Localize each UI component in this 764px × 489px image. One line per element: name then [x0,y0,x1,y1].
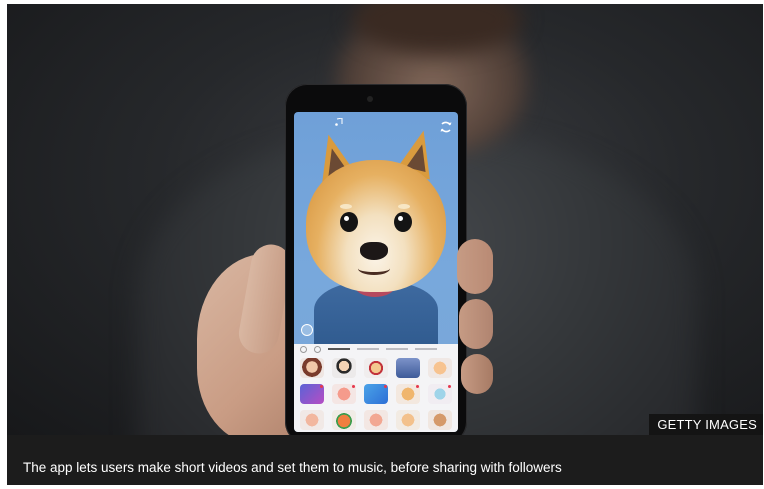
effects-tab-icon [300,345,307,353]
caption-bar: The app lets users make short videos and… [7,435,763,485]
new-indicator [384,385,387,388]
effect-thumbnail [396,410,420,430]
effects-tab [415,348,437,350]
image-caption: The app lets users make short videos and… [23,460,562,475]
hand-finger [457,239,493,294]
phone-sensor [367,96,373,102]
effects-panel [294,344,458,432]
image-credit: GETTY IMAGES [649,414,763,435]
dog-mouth [358,262,390,275]
effects-tabs [294,344,458,354]
dog-brow-left [340,204,352,209]
effect-thumbnail [332,384,356,404]
phone-screen [294,112,458,432]
dog-eye-left [340,212,358,232]
effect-thumbnail [428,384,452,404]
effect-thumbnail [332,358,356,378]
effect-thumbnail [396,384,420,404]
new-indicator [448,385,451,388]
effect-thumbnail [332,410,356,430]
new-indicator [320,385,323,388]
new-indicator [352,385,355,388]
hand-finger [461,354,493,394]
article-figure: GETTY IMAGES The app lets users make sho… [7,4,763,485]
effect-thumbnail [364,358,388,378]
new-indicator [416,385,419,388]
record-icon [301,324,313,336]
effects-tab [357,348,379,350]
effect-thumbnail [428,410,452,430]
effect-thumbnail [300,410,324,430]
effect-thumbnail [428,358,452,378]
dog-brow-right [398,204,410,209]
music-icon [334,117,344,126]
flip-camera-icon [439,120,453,134]
dog-nose [360,242,388,260]
hand-finger [459,299,493,349]
effects-tab [386,348,408,350]
effect-thumbnail [364,384,388,404]
effect-thumbnail [364,410,388,430]
effects-tab [328,348,350,350]
effect-thumbnail [300,384,324,404]
photo: GETTY IMAGES [7,4,763,435]
effects-tab-icon [314,345,321,353]
smartphone [285,84,467,435]
effects-grid [300,358,452,430]
dog-eye-right [394,212,412,232]
effect-thumbnail [396,358,420,378]
effect-thumbnail [300,358,324,378]
